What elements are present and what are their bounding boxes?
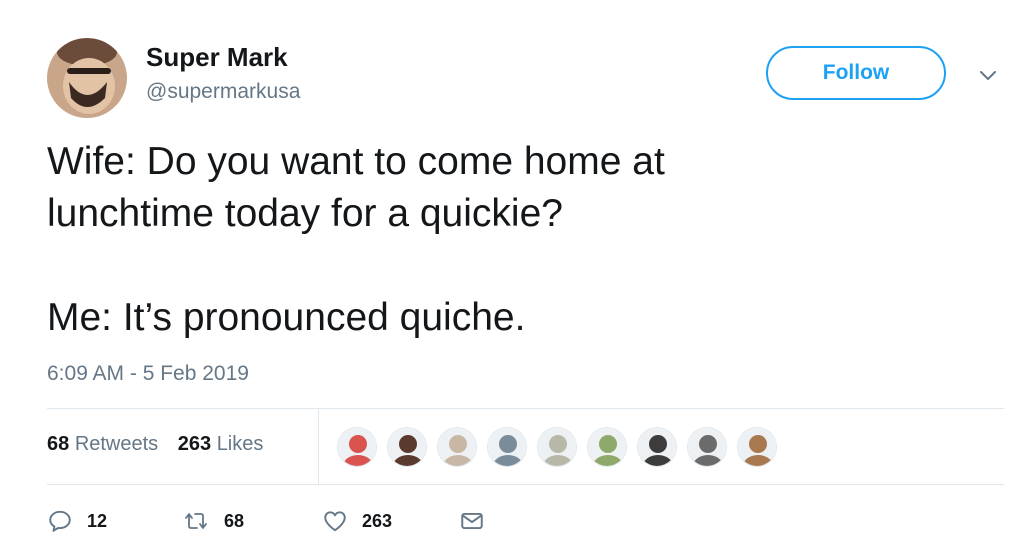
user-avatar-icon	[388, 428, 426, 466]
divider	[47, 408, 1004, 409]
liker-avatar-1[interactable]	[337, 427, 377, 467]
message-action[interactable]	[459, 508, 485, 534]
user-avatar-photo	[47, 38, 127, 118]
author-handle[interactable]: @supermarkusa	[146, 80, 300, 104]
like-count: 263	[362, 510, 393, 531]
user-avatar-icon	[338, 428, 376, 466]
liker-avatar-4[interactable]	[487, 427, 527, 467]
reply-count: 12	[87, 510, 108, 531]
liker-avatar-2[interactable]	[387, 427, 427, 467]
tweet-menu-button[interactable]	[976, 66, 1000, 84]
tweet-line: lunchtime today for a quickie?	[47, 192, 563, 235]
stats-divider	[318, 409, 319, 484]
tweet-line: Wife: Do you want to come home at	[47, 140, 665, 183]
user-avatar-icon	[488, 428, 526, 466]
heart-icon	[324, 511, 346, 532]
like-action[interactable]: 263	[322, 508, 459, 534]
liker-avatars	[337, 427, 787, 467]
chevron-down-icon	[980, 71, 996, 80]
author-display-name[interactable]: Super Mark	[146, 42, 288, 73]
reply-icon	[49, 510, 71, 532]
retweets-stat[interactable]: 68 Retweets	[47, 433, 158, 455]
tweet-line: Me: It’s pronounced quiche.	[47, 296, 526, 339]
liker-avatar-7[interactable]	[637, 427, 677, 467]
retweet-action[interactable]: 68	[182, 508, 322, 534]
tweet-actions: 12 68 263	[47, 503, 485, 539]
liker-avatar-6[interactable]	[587, 427, 627, 467]
retweet-icon	[185, 513, 207, 529]
follow-button[interactable]: Follow	[766, 46, 946, 100]
envelope-icon	[461, 512, 483, 530]
likes-stat[interactable]: 263 Likes	[178, 433, 264, 455]
likes-stat-count: 263	[177, 433, 212, 455]
user-avatar-icon	[638, 428, 676, 466]
liker-avatar-3[interactable]	[437, 427, 477, 467]
tweet-text: Wife: Do you want to come home at luncht…	[47, 136, 947, 344]
retweet-count: 68	[224, 510, 245, 531]
liker-avatar-8[interactable]	[687, 427, 727, 467]
tweet-stats: 68 Retweets 263 Likes	[47, 433, 277, 456]
user-avatar-icon	[538, 428, 576, 466]
liker-avatar-5[interactable]	[537, 427, 577, 467]
divider	[47, 484, 1004, 485]
user-avatar-icon	[688, 428, 726, 466]
user-avatar-icon	[738, 428, 776, 466]
tweet-timestamp[interactable]: 6:09 AM - 5 Feb 2019	[47, 362, 249, 386]
likes-stat-label: Likes	[216, 433, 264, 455]
reply-action[interactable]: 12	[47, 508, 182, 534]
liker-avatar-9[interactable]	[737, 427, 777, 467]
retweets-stat-count: 68	[47, 433, 70, 455]
retweets-stat-label: Retweets	[74, 433, 159, 455]
author-avatar[interactable]	[47, 38, 127, 118]
user-avatar-icon	[438, 428, 476, 466]
user-avatar-icon	[588, 428, 626, 466]
